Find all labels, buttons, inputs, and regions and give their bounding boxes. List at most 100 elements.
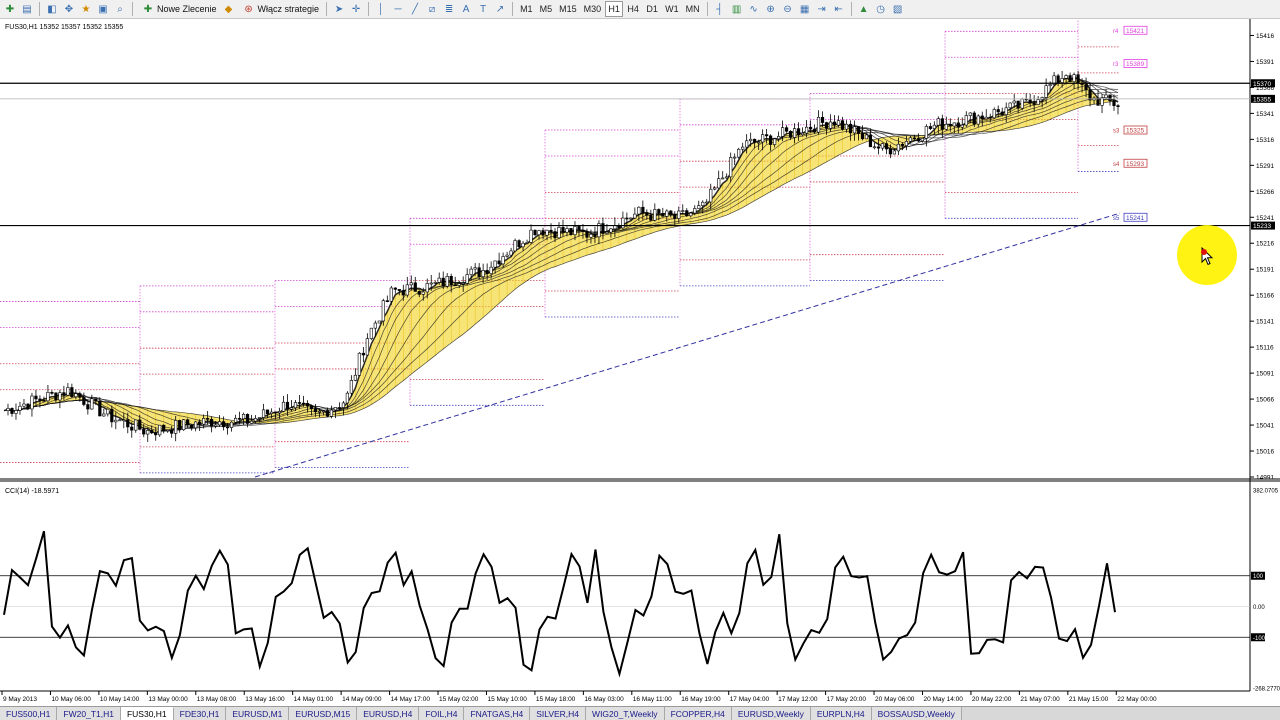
timeframe-m15-button[interactable]: M15 (556, 1, 580, 17)
arrows-tool-icon[interactable]: ↗ (492, 1, 508, 17)
chart-tab[interactable]: EURUSD,Weekly (731, 707, 811, 720)
data-window-icon[interactable]: ✥ (61, 1, 77, 17)
chart-tab[interactable]: FOIL,H4 (419, 707, 465, 720)
chart-tab[interactable]: FDE30,H1 (173, 707, 227, 720)
chart-shift-icon[interactable]: ⇥ (814, 1, 830, 17)
timeframe-d1-button[interactable]: D1 (643, 1, 661, 17)
chart-tab[interactable]: EURUSD,M15 (289, 707, 358, 720)
candle-body (705, 201, 709, 204)
navigator-icon[interactable]: ★ (78, 1, 94, 17)
chart-tab[interactable]: EURUSD,H4 (357, 707, 420, 720)
vertical-line-icon[interactable]: │ (373, 1, 389, 17)
candle-body (194, 421, 198, 429)
pivot-level-label: 15389 (1126, 61, 1144, 68)
price-tick-label: 15266 (1256, 189, 1274, 196)
text-tool-icon[interactable]: A (458, 1, 474, 17)
chart-window[interactable]: r4 15421 r3 15389 s3 15325 s4 15293 s5 15241 1541… (0, 19, 1280, 707)
profiles-icon[interactable]: ▤ (19, 1, 35, 17)
autoscroll-icon[interactable]: ⇤ (831, 1, 847, 17)
candle-body (218, 421, 222, 426)
cursor-tool-icon[interactable]: ➤ (331, 1, 347, 17)
horizontal-line-icon[interactable]: ─ (390, 1, 406, 17)
strategies-button[interactable]: ⊛ Włącz strategie (238, 1, 323, 17)
timeframe-h4-button[interactable]: H4 (624, 1, 642, 17)
crosshair-tool-icon[interactable]: ✛ (348, 1, 364, 17)
indicators-icon[interactable]: ▲ (856, 1, 872, 17)
chart-tab[interactable]: SILVER,H4 (530, 707, 587, 720)
candle-body (198, 421, 202, 425)
candle-body (625, 217, 629, 220)
candle-body (856, 126, 861, 134)
templates-icon[interactable]: ▧ (890, 1, 906, 17)
timeframe-h1-button[interactable]: H1 (605, 1, 624, 17)
chart-tab[interactable]: BOSSAUSD,Weekly (871, 707, 962, 720)
tester-icon[interactable]: ⌕ (112, 1, 128, 17)
chart-tabs-bar: FUS500,H1 FW20_T1,H1 FUS30,H1 FDE30,H1 EURUS… (0, 706, 1280, 720)
time-tick-label: 20 May 22:00 (972, 696, 1012, 703)
meta-editor-icon[interactable]: ◆ (221, 1, 237, 17)
market-watch-icon[interactable]: ◧ (44, 1, 60, 17)
candle-body (501, 256, 505, 265)
candle-body (868, 134, 873, 148)
candle-body (305, 403, 310, 407)
timeframe-m30-button[interactable]: M30 (581, 1, 605, 17)
candle-body (222, 421, 226, 428)
trendline-icon[interactable]: ╱ (407, 1, 423, 17)
zoom-in-icon[interactable]: ⊕ (763, 1, 779, 17)
candle-body (18, 405, 22, 411)
candle-body (1112, 100, 1116, 106)
price-tick-label: 15116 (1256, 345, 1274, 352)
channel-icon[interactable]: ⧄ (424, 1, 440, 17)
candle-body (701, 201, 705, 206)
candle-body (816, 116, 821, 133)
chart-tab[interactable]: WIG20_T,Weekly (586, 707, 665, 720)
new-chart-icon[interactable]: ✚ (2, 1, 18, 17)
new-order-button[interactable]: ✚ Nowe Zlecenie (137, 1, 220, 17)
chart-tab[interactable]: FCOPPER,H4 (664, 707, 732, 720)
timeframe-w1-button[interactable]: W1 (662, 1, 682, 17)
candle-body (765, 134, 769, 137)
chart-tab[interactable]: EURPLN,H4 (810, 707, 872, 720)
tile-windows-icon[interactable]: ▦ (797, 1, 813, 17)
chart-tab[interactable]: FUS30,H1 (120, 707, 174, 720)
candle-body (1104, 94, 1108, 99)
candle-body (118, 419, 122, 422)
terminal-icon[interactable]: ▣ (95, 1, 111, 17)
bar-chart-icon[interactable]: ┤ (712, 1, 728, 17)
candle-body (593, 234, 597, 238)
periods-icon[interactable]: ◷ (873, 1, 889, 17)
candle-body (569, 228, 573, 235)
chart-tab[interactable]: EURUSD,M1 (226, 707, 290, 720)
candle-body (34, 395, 38, 400)
chart-tab[interactable]: FW20_T1,H1 (57, 707, 121, 720)
pivot-level-label: 15325 (1126, 128, 1144, 135)
candle-body (781, 127, 785, 137)
timeframe-m5-button[interactable]: M5 (537, 1, 556, 17)
timeframe-mn-button[interactable]: MN (683, 1, 703, 17)
candle-chart-icon[interactable]: ▥ (729, 1, 745, 17)
candle-body (693, 208, 697, 214)
candle-body (413, 282, 417, 292)
candle-body (505, 254, 509, 257)
time-tick-label: 20 May 06:00 (875, 696, 915, 703)
label-tool-icon[interactable]: T (475, 1, 491, 17)
fibonacci-icon[interactable]: ≣ (441, 1, 457, 17)
candle-body (94, 398, 98, 402)
candle-body (497, 260, 501, 265)
candle-body (980, 115, 984, 120)
candle-body (130, 426, 134, 431)
candle-body (393, 287, 397, 290)
candle-body (1008, 102, 1012, 109)
chart-tab[interactable]: FNATGAS,H4 (464, 707, 531, 720)
candle-body (513, 240, 517, 252)
time-tick-label: 10 May 14:00 (100, 696, 140, 703)
chart-tab[interactable]: FUS500,H1 (0, 707, 58, 720)
timeframe-m1-button[interactable]: M1 (517, 1, 536, 17)
candle-body (249, 420, 254, 424)
line-chart-icon[interactable]: ∿ (746, 1, 762, 17)
cci-axis-label: 382.0705 (1253, 489, 1279, 495)
chart-canvas[interactable]: r4 15421 r3 15389 s3 15325 s4 15293 s5 15241 1541… (0, 19, 1280, 707)
candle-body (285, 401, 290, 410)
toolbar-separator (850, 2, 852, 16)
zoom-out-icon[interactable]: ⊖ (780, 1, 796, 17)
